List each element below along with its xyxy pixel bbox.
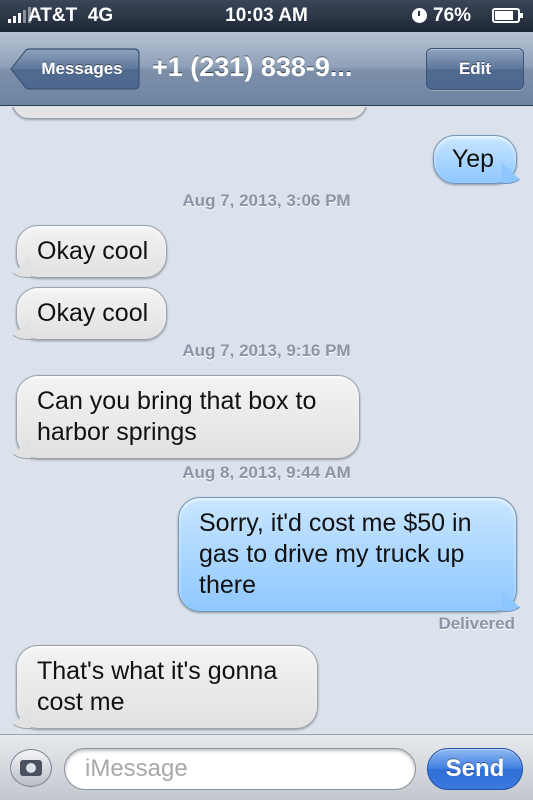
battery-icon xyxy=(492,8,523,23)
back-button-label: Messages xyxy=(41,59,123,78)
camera-button[interactable] xyxy=(10,749,52,787)
status-bar: AT&T 4G 10:03 AM 76% xyxy=(0,0,533,32)
message-timestamp: Aug 7, 2013, 9:16 PM xyxy=(182,341,351,360)
delivery-status: Delivered xyxy=(438,614,515,633)
incoming-message-bubble[interactable]: Okay cool xyxy=(16,225,168,278)
outgoing-message-bubble[interactable]: Yep xyxy=(432,135,517,184)
camera-icon xyxy=(20,760,42,776)
message-timestamp: Aug 7, 2013, 3:06 PM xyxy=(182,191,351,210)
navigation-bar: Messages +1 (231) 838-9... Edit xyxy=(0,32,533,106)
partial-message-bubble[interactable] xyxy=(12,107,367,119)
message-text: Can you bring that box to harbor springs xyxy=(37,387,317,446)
incoming-message-bubble[interactable]: Okay cool xyxy=(16,287,168,340)
message-input[interactable] xyxy=(64,748,416,790)
message-list[interactable]: Yep Aug 7, 2013, 3:06 PM Okay cool Okay … xyxy=(0,107,533,734)
send-button[interactable]: Send xyxy=(427,748,523,790)
message-composer: Send xyxy=(0,734,533,800)
battery-percentage: 76% xyxy=(433,5,472,26)
message-text: Sorry, it'd cost me $50 in gas to drive … xyxy=(199,509,472,599)
edit-button[interactable]: Edit xyxy=(426,48,524,90)
message-timestamp: Aug 8, 2013, 9:44 AM xyxy=(182,463,351,482)
message-text: Okay cool xyxy=(37,237,149,265)
incoming-message-bubble[interactable]: Can you bring that box to harbor springs xyxy=(16,375,360,459)
message-text: That's what it's gonna cost me xyxy=(37,657,278,716)
message-text: Yep xyxy=(451,145,494,173)
clock-icon xyxy=(412,8,427,23)
message-text: Okay cool xyxy=(37,299,149,327)
conversation-title: +1 (231) 838-9... xyxy=(152,52,353,82)
outgoing-message-bubble[interactable]: Sorry, it'd cost me $50 in gas to drive … xyxy=(178,497,517,612)
incoming-message-bubble[interactable]: That's what it's gonna cost me xyxy=(16,645,318,729)
back-button[interactable]: Messages xyxy=(10,48,140,90)
